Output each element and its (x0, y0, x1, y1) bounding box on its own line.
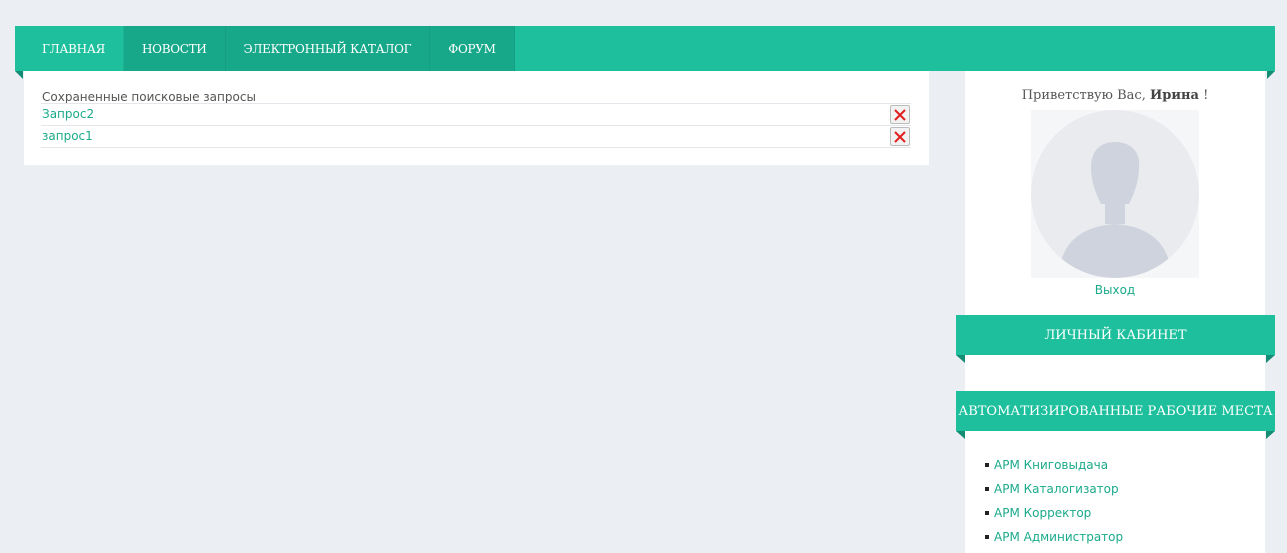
bullet-icon (985, 463, 989, 467)
main-navbar: ГЛАВНАЯ НОВОСТИ ЭЛЕКТРОННЫЙ КАТАЛОГ ФОРУ… (15, 26, 1275, 79)
arm-item-label: АРМ Корректор (994, 506, 1092, 520)
saved-search-row: запрос1 (41, 125, 911, 148)
arm-item-cataloger[interactable]: АРМ Каталогизатор (985, 477, 1123, 501)
nav-item-home[interactable]: ГЛАВНАЯ (15, 26, 125, 71)
arm-list: АРМ Книговыдача АРМ Каталогизатор АРМ Ко… (985, 453, 1123, 549)
user-name: Ирина (1149, 88, 1199, 103)
user-silhouette-icon (1031, 110, 1199, 278)
arm-item-label: АРМ Администратор (994, 530, 1124, 544)
nav-item-catalog[interactable]: ЭЛЕКТРОННЫЙ КАТАЛОГ (225, 26, 431, 71)
greeting-suffix: ! (1203, 88, 1209, 103)
arm-header[interactable]: АВТОМАТИЗИРОВАННЫЕ РАБОЧИЕ МЕСТА (956, 391, 1275, 439)
delete-search-button[interactable] (890, 105, 910, 124)
close-x-icon (894, 108, 906, 121)
bullet-icon (985, 535, 989, 539)
saved-search-link[interactable]: Запрос2 (42, 107, 94, 121)
nav-item-forum[interactable]: ФОРУМ (430, 26, 515, 71)
logout-link[interactable]: Выход (965, 283, 1265, 297)
bullet-icon (985, 511, 989, 515)
nav-item-news[interactable]: НОВОСТИ (124, 26, 226, 71)
close-x-icon (894, 130, 906, 143)
delete-search-button[interactable] (890, 127, 910, 146)
saved-search-row: Запрос2 (41, 103, 911, 126)
bullet-icon (985, 487, 989, 491)
greeting-prefix: Приветствую Вас, (1021, 88, 1146, 103)
user-greeting: Приветствую Вас, Ирина ! (965, 88, 1265, 103)
arm-item-admin[interactable]: АРМ Администратор (985, 525, 1123, 549)
arm-item-corrector[interactable]: АРМ Корректор (985, 501, 1123, 525)
saved-searches-title: Сохраненные поисковые запросы (42, 90, 256, 104)
avatar (1031, 110, 1199, 278)
saved-search-link[interactable]: запрос1 (42, 129, 93, 143)
saved-searches-panel: Сохраненные поисковые запросы Запрос2 за… (24, 71, 929, 165)
arm-item-label: АРМ Книговыдача (994, 458, 1109, 472)
arm-item-bookissue[interactable]: АРМ Книговыдача (985, 453, 1123, 477)
cabinet-header[interactable]: ЛИЧНЫЙ КАБИНЕТ (956, 315, 1275, 363)
arm-item-label: АРМ Каталогизатор (994, 482, 1119, 496)
